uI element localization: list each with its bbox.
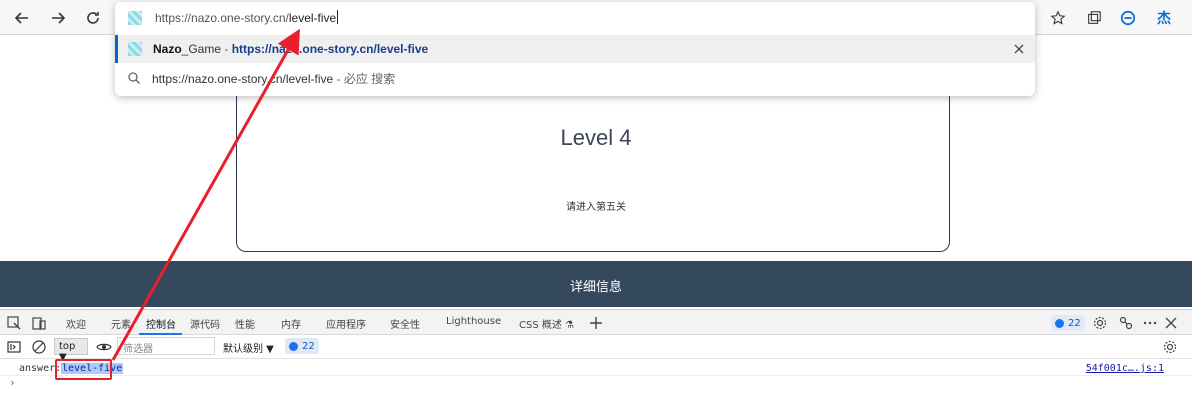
screenshot-root: 杰 https://nazo.one-story.cn/level-five N… xyxy=(0,0,1192,413)
clear-console-icon[interactable] xyxy=(31,339,47,355)
tab-lighthouse[interactable]: Lighthouse xyxy=(446,316,501,327)
suggestion-item-search[interactable]: https://nazo.one-story.cn/level-five - 必… xyxy=(115,63,1035,91)
edge-extension-icon[interactable] xyxy=(1117,7,1139,29)
favorites-star-icon[interactable] xyxy=(1047,7,1069,29)
tab-css-overview[interactable]: CSS 概述 ⚗ xyxy=(519,316,574,331)
console-filter-input[interactable]: 筛选器 xyxy=(117,337,215,355)
tab-application[interactable]: 应用程序 xyxy=(326,316,366,331)
console-source-link[interactable]: 54f001c….js:1 xyxy=(1086,363,1164,374)
settings-gear-icon[interactable] xyxy=(1092,315,1108,331)
console-message-row xyxy=(0,360,1192,376)
log-level-select[interactable]: 默认级别 ▼ xyxy=(223,340,274,355)
collections-icon[interactable] xyxy=(1083,7,1105,29)
tab-performance[interactable]: 性能 xyxy=(235,316,255,331)
site-favicon-icon xyxy=(128,11,142,25)
tab-memory[interactable]: 内存 xyxy=(281,316,301,331)
level-title: Level 4 xyxy=(560,125,632,150)
device-toolbar-icon[interactable] xyxy=(31,315,47,331)
inspect-element-icon[interactable] xyxy=(6,315,22,331)
back-icon[interactable] xyxy=(10,6,34,30)
more-options-icon[interactable] xyxy=(1142,315,1158,331)
tab-security[interactable]: 安全性 xyxy=(390,316,420,331)
forward-icon[interactable] xyxy=(46,6,70,30)
refresh-icon[interactable] xyxy=(81,6,105,30)
add-tab-plus-icon[interactable] xyxy=(588,315,604,331)
address-bar-dropdown: https://nazo.one-story.cn/level-five Naz… xyxy=(115,2,1035,96)
address-text[interactable]: https://nazo.one-story.cn/level-five xyxy=(155,10,339,25)
issues-badge[interactable]: 22 xyxy=(1051,315,1085,331)
tab-sources[interactable]: 源代码 xyxy=(190,316,220,331)
suggestion-item-site[interactable]: Nazo_Game - https://nazo.one-story.cn/le… xyxy=(115,35,1035,63)
site-favicon-icon xyxy=(128,42,142,56)
search-icon xyxy=(127,70,141,84)
tab-welcome[interactable]: 欢迎 xyxy=(66,316,86,331)
remove-suggestion-close-icon[interactable] xyxy=(1011,41,1027,57)
tab-console[interactable]: 控制台 xyxy=(146,316,176,331)
level-hint: 请进入第五关 xyxy=(566,202,626,213)
devtools-tab-bar: 欢迎 元素 控制台 源代码 性能 内存 应用程序 安全性 Lighthouse … xyxy=(0,309,1192,335)
tab-elements[interactable]: 元素 xyxy=(111,316,131,331)
annotation-highlight-box xyxy=(55,359,112,380)
close-devtools-icon[interactable] xyxy=(1163,315,1179,331)
context-select[interactable]: top ▼ xyxy=(54,338,88,363)
profile-avatar[interactable]: 杰 xyxy=(1153,7,1175,29)
console-prompt[interactable]: › xyxy=(9,376,16,389)
sidebar-toggle-icon[interactable] xyxy=(6,339,22,355)
connected-devices-icon[interactable] xyxy=(1118,315,1134,331)
console-settings-gear-icon[interactable] xyxy=(1162,339,1178,355)
message-count-badge[interactable]: 22 xyxy=(285,338,319,354)
live-expression-eye-icon[interactable] xyxy=(96,339,112,355)
address-input[interactable]: https://nazo.one-story.cn/level-five xyxy=(115,2,1035,34)
footer-details-link[interactable]: 详细信息 xyxy=(0,276,1192,295)
